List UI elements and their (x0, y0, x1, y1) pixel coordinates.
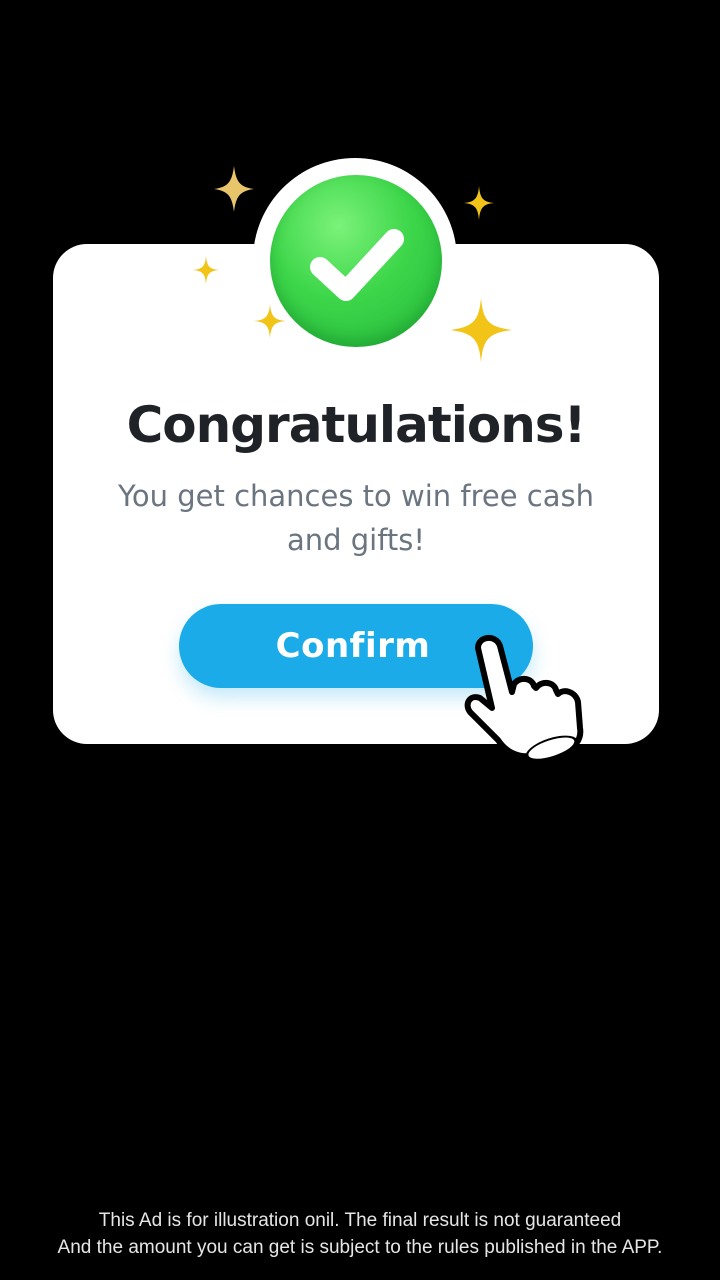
sparkle-icon (193, 256, 219, 284)
disclaimer-line: And the amount you can get is subject to… (57, 1237, 663, 1258)
dialog-subtitle: You get chances to win free cash and gif… (118, 479, 594, 557)
confirm-button-label: Confirm (275, 626, 431, 666)
checkmark-badge (270, 175, 442, 347)
disclaimer: This Ad is for illustration onil. The fi… (0, 1207, 720, 1261)
sparkle-icon (254, 304, 286, 338)
checkmark-icon (310, 229, 404, 301)
sparkle-icon (450, 298, 512, 362)
dialog-title: Congratulations! (126, 396, 587, 454)
disclaimer-line: This Ad is for illustration onil. The fi… (98, 1210, 622, 1231)
pointing-hand-icon (464, 635, 584, 765)
sparkle-icon (464, 186, 494, 220)
ad-screen: Congratulations! You get chances to win … (0, 0, 720, 1280)
sparkle-icon (214, 166, 254, 212)
